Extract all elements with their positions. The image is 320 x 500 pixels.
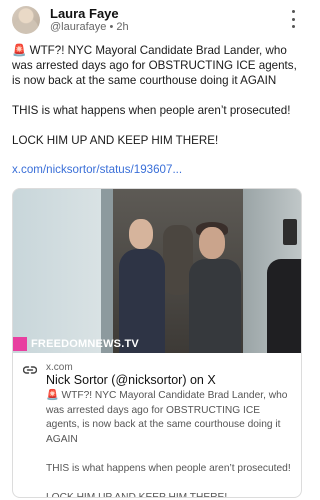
watermark: FREEDOMNEWS.TV <box>13 335 139 353</box>
post-link[interactable]: x.com/nicksortor/status/193607... <box>12 163 182 176</box>
link-icon <box>23 366 37 374</box>
link-preview-card[interactable]: FREEDOMNEWS.TV x.com Nick Sortor (@nicks… <box>12 188 302 498</box>
watermark-text: FREEDOMNEWS.TV <box>31 338 139 350</box>
author-name[interactable]: Laura Faye <box>50 6 119 21</box>
post-text: 🚨 WTF?! NYC Mayoral Candidate Brad Lande… <box>12 44 297 147</box>
card-title[interactable]: Nick Sortor (@nicksortor) on X <box>46 373 216 387</box>
preview-image[interactable]: FREEDOMNEWS.TV <box>13 189 301 353</box>
avatar[interactable] <box>12 6 40 34</box>
author-meta: @laurafaye • 2h <box>50 21 129 33</box>
watermark-logo-icon <box>13 337 27 351</box>
post: Laura Faye @laurafaye • 2h 🚨 WTF?! NYC M… <box>0 0 314 500</box>
meta-separator: • <box>109 21 114 33</box>
card-description: 🚨 WTF?! NYC Mayoral Candidate Brad Lande… <box>46 390 291 498</box>
more-vertical-icon <box>291 10 295 13</box>
timestamp[interactable]: 2h <box>116 21 128 33</box>
more-options-button[interactable] <box>286 10 300 28</box>
author-handle[interactable]: @laurafaye <box>50 21 106 33</box>
card-domain: x.com <box>46 362 73 373</box>
